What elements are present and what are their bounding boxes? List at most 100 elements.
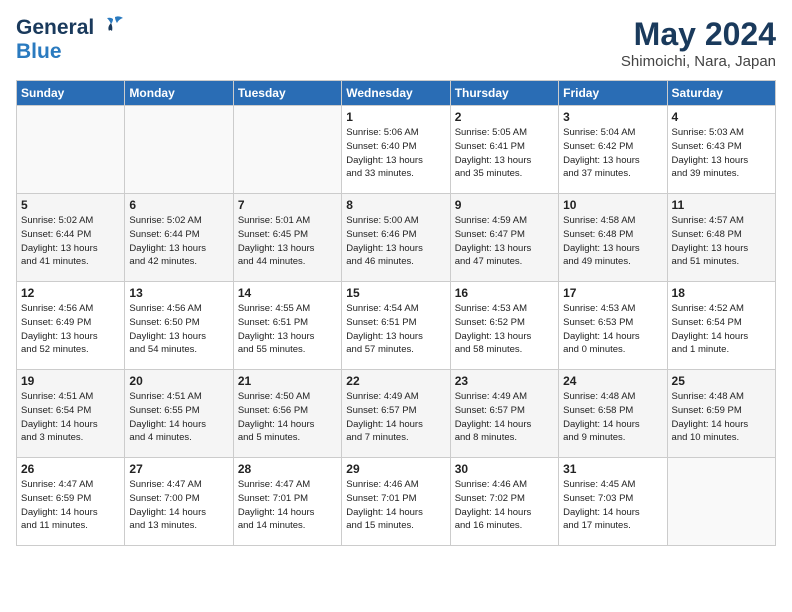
- day-info: Sunrise: 4:50 AM Sunset: 6:56 PM Dayligh…: [238, 390, 337, 445]
- title-block: May 2024 Shimoichi, Nara, Japan: [621, 16, 776, 70]
- day-info: Sunrise: 4:45 AM Sunset: 7:03 PM Dayligh…: [563, 478, 662, 533]
- logo-blue: Blue: [16, 40, 62, 63]
- day-number: 11: [672, 198, 771, 212]
- day-info: Sunrise: 4:46 AM Sunset: 7:02 PM Dayligh…: [455, 478, 554, 533]
- day-number: 2: [455, 110, 554, 124]
- header-day-wednesday: Wednesday: [342, 81, 450, 106]
- calendar-cell: 13 Sunrise: 4:56 AM Sunset: 6:50 PM Dayli…: [125, 282, 233, 370]
- day-info: Sunrise: 5:01 AM Sunset: 6:45 PM Dayligh…: [238, 214, 337, 269]
- calendar-cell: 15Sunrise: 4:54 AM Sunset: 6:51 PM Dayli…: [342, 282, 450, 370]
- day-number: 18: [672, 286, 771, 300]
- calendar-cell: 24 Sunrise: 4:48 AM Sunset: 6:58 PM Dayli…: [559, 370, 667, 458]
- calendar-cell: 27 Sunrise: 4:47 AM Sunset: 7:00 PM Dayli…: [125, 458, 233, 546]
- day-number: 29: [346, 462, 445, 476]
- day-number: 7: [238, 198, 337, 212]
- day-info: Sunrise: 4:49 AM Sunset: 6:57 PM Dayligh…: [346, 390, 445, 445]
- day-info: Sunrise: 5:00 AM Sunset: 6:46 PM Dayligh…: [346, 214, 445, 269]
- header-day-tuesday: Tuesday: [233, 81, 341, 106]
- day-info: Sunrise: 4:52 AM Sunset: 6:54 PM Dayligh…: [672, 302, 771, 357]
- calendar-cell: 10Sunrise: 4:58 AM Sunset: 6:48 PM Dayli…: [559, 194, 667, 282]
- calendar-cell: 5 Sunrise: 5:02 AM Sunset: 6:44 PM Daylig…: [17, 194, 125, 282]
- calendar-week-4: 19 Sunrise: 4:51 AM Sunset: 6:54 PM Dayli…: [17, 370, 776, 458]
- day-info: Sunrise: 4:48 AM Sunset: 6:59 PM Dayligh…: [672, 390, 771, 445]
- day-number: 24: [563, 374, 662, 388]
- day-info: Sunrise: 4:54 AM Sunset: 6:51 PM Dayligh…: [346, 302, 445, 357]
- calendar-table: SundayMondayTuesdayWednesdayThursdayFrid…: [16, 80, 776, 546]
- day-info: Sunrise: 4:51 AM Sunset: 6:54 PM Dayligh…: [21, 390, 120, 445]
- calendar-cell: 3 Sunrise: 5:04 AM Sunset: 6:42 PM Daylig…: [559, 106, 667, 194]
- day-number: 5: [21, 198, 120, 212]
- day-number: 16: [455, 286, 554, 300]
- location-title: Shimoichi, Nara, Japan: [621, 53, 776, 70]
- calendar-cell: 21 Sunrise: 4:50 AM Sunset: 6:56 PM Dayli…: [233, 370, 341, 458]
- day-info: Sunrise: 4:59 AM Sunset: 6:47 PM Dayligh…: [455, 214, 554, 269]
- day-info: Sunrise: 5:05 AM Sunset: 6:41 PM Dayligh…: [455, 126, 554, 181]
- logo-general: General: [16, 16, 94, 40]
- calendar-cell: 31 Sunrise: 4:45 AM Sunset: 7:03 PM Dayli…: [559, 458, 667, 546]
- calendar-cell: 19 Sunrise: 4:51 AM Sunset: 6:54 PM Dayli…: [17, 370, 125, 458]
- day-number: 6: [129, 198, 228, 212]
- day-info: Sunrise: 4:57 AM Sunset: 6:48 PM Dayligh…: [672, 214, 771, 269]
- day-number: 25: [672, 374, 771, 388]
- day-number: 1: [346, 110, 445, 124]
- calendar-cell: 14 Sunrise: 4:55 AM Sunset: 6:51 PM Dayli…: [233, 282, 341, 370]
- day-number: 31: [563, 462, 662, 476]
- calendar-cell: 30 Sunrise: 4:46 AM Sunset: 7:02 PM Dayli…: [450, 458, 558, 546]
- header-day-thursday: Thursday: [450, 81, 558, 106]
- logo: General Blue: [16, 16, 127, 64]
- calendar-cell: 6 Sunrise: 5:02 AM Sunset: 6:44 PM Daylig…: [125, 194, 233, 282]
- day-number: 22: [346, 374, 445, 388]
- day-info: Sunrise: 4:51 AM Sunset: 6:55 PM Dayligh…: [129, 390, 228, 445]
- day-info: Sunrise: 4:48 AM Sunset: 6:58 PM Dayligh…: [563, 390, 662, 445]
- day-number: 12: [21, 286, 120, 300]
- day-number: 27: [129, 462, 228, 476]
- calendar-cell: 12 Sunrise: 4:56 AM Sunset: 6:49 PM Dayli…: [17, 282, 125, 370]
- calendar-body: 1 Sunrise: 5:06 AM Sunset: 6:40 PM Daylig…: [17, 106, 776, 546]
- calendar-cell: 20Sunrise: 4:51 AM Sunset: 6:55 PM Dayli…: [125, 370, 233, 458]
- calendar-cell: 7 Sunrise: 5:01 AM Sunset: 6:45 PM Daylig…: [233, 194, 341, 282]
- day-info: Sunrise: 4:46 AM Sunset: 7:01 PM Dayligh…: [346, 478, 445, 533]
- calendar-cell: 4 Sunrise: 5:03 AM Sunset: 6:43 PM Daylig…: [667, 106, 775, 194]
- day-number: 30: [455, 462, 554, 476]
- logo-bird-icon: [97, 13, 127, 40]
- day-info: Sunrise: 4:56 AM Sunset: 6:49 PM Dayligh…: [21, 302, 120, 357]
- day-info: Sunrise: 4:47 AM Sunset: 7:01 PM Dayligh…: [238, 478, 337, 533]
- header-day-saturday: Saturday: [667, 81, 775, 106]
- day-number: 23: [455, 374, 554, 388]
- header-day-monday: Monday: [125, 81, 233, 106]
- calendar-cell: 18 Sunrise: 4:52 AM Sunset: 6:54 PM Dayli…: [667, 282, 775, 370]
- day-number: 13: [129, 286, 228, 300]
- month-title: May 2024: [621, 16, 776, 53]
- day-info: Sunrise: 5:02 AM Sunset: 6:44 PM Dayligh…: [129, 214, 228, 269]
- day-info: Sunrise: 5:02 AM Sunset: 6:44 PM Dayligh…: [21, 214, 120, 269]
- day-info: Sunrise: 4:47 AM Sunset: 7:00 PM Dayligh…: [129, 478, 228, 533]
- day-number: 8: [346, 198, 445, 212]
- calendar-week-1: 1 Sunrise: 5:06 AM Sunset: 6:40 PM Daylig…: [17, 106, 776, 194]
- day-info: Sunrise: 4:56 AM Sunset: 6:50 PM Dayligh…: [129, 302, 228, 357]
- day-info: Sunrise: 5:06 AM Sunset: 6:40 PM Dayligh…: [346, 126, 445, 181]
- day-number: 4: [672, 110, 771, 124]
- day-info: Sunrise: 4:55 AM Sunset: 6:51 PM Dayligh…: [238, 302, 337, 357]
- calendar-week-5: 26Sunrise: 4:47 AM Sunset: 6:59 PM Dayli…: [17, 458, 776, 546]
- calendar-cell: 16 Sunrise: 4:53 AM Sunset: 6:52 PM Dayli…: [450, 282, 558, 370]
- day-number: 19: [21, 374, 120, 388]
- day-number: 21: [238, 374, 337, 388]
- day-info: Sunrise: 4:58 AM Sunset: 6:48 PM Dayligh…: [563, 214, 662, 269]
- page-header: General Blue May 2024 Shimoichi, Nara, J…: [16, 16, 776, 70]
- calendar-cell: [125, 106, 233, 194]
- calendar-header-row: SundayMondayTuesdayWednesdayThursdayFrid…: [17, 81, 776, 106]
- calendar-cell: 17Sunrise: 4:53 AM Sunset: 6:53 PM Dayli…: [559, 282, 667, 370]
- calendar-cell: [233, 106, 341, 194]
- day-info: Sunrise: 4:49 AM Sunset: 6:57 PM Dayligh…: [455, 390, 554, 445]
- day-number: 3: [563, 110, 662, 124]
- calendar-cell: 29 Sunrise: 4:46 AM Sunset: 7:01 PM Dayli…: [342, 458, 450, 546]
- header-day-friday: Friday: [559, 81, 667, 106]
- day-info: Sunrise: 5:04 AM Sunset: 6:42 PM Dayligh…: [563, 126, 662, 181]
- day-info: Sunrise: 5:03 AM Sunset: 6:43 PM Dayligh…: [672, 126, 771, 181]
- calendar-week-3: 12 Sunrise: 4:56 AM Sunset: 6:49 PM Dayli…: [17, 282, 776, 370]
- calendar-cell: 22 Sunrise: 4:49 AM Sunset: 6:57 PM Dayli…: [342, 370, 450, 458]
- day-info: Sunrise: 4:53 AM Sunset: 6:53 PM Dayligh…: [563, 302, 662, 357]
- day-info: Sunrise: 4:53 AM Sunset: 6:52 PM Dayligh…: [455, 302, 554, 357]
- calendar-cell: 11 Sunrise: 4:57 AM Sunset: 6:48 PM Dayli…: [667, 194, 775, 282]
- day-number: 14: [238, 286, 337, 300]
